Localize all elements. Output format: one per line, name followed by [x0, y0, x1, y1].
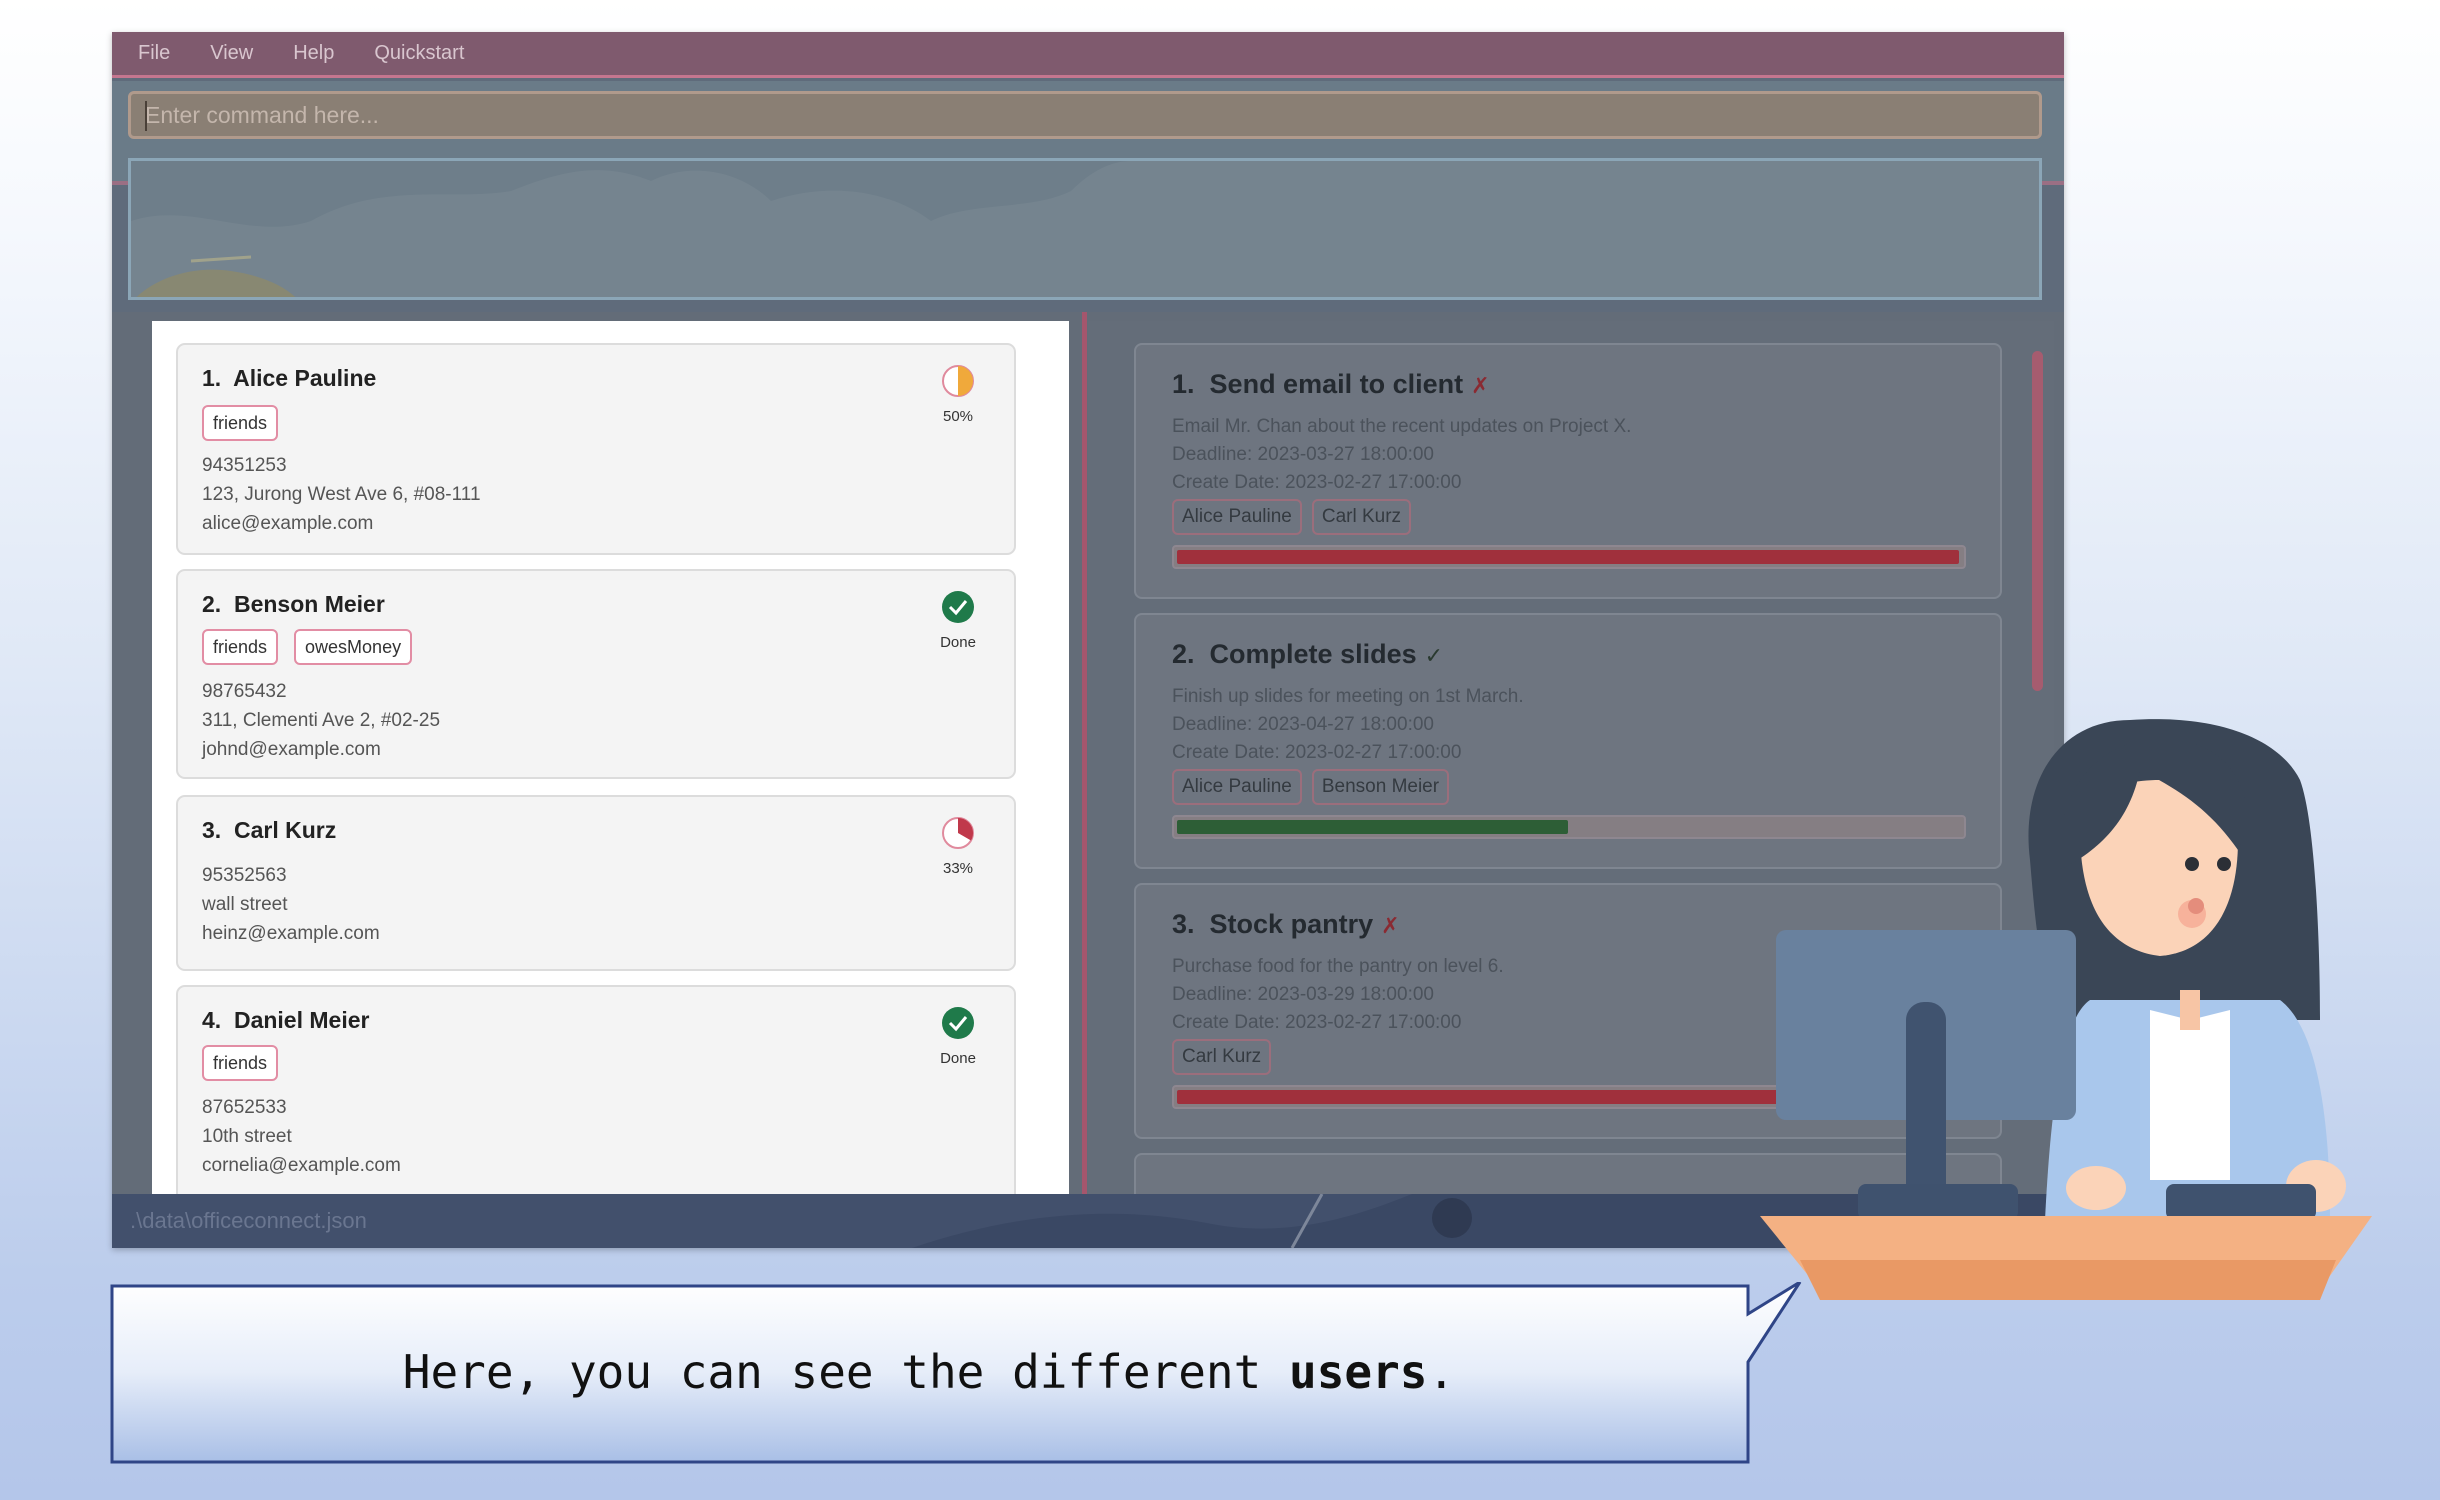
- progress-label: Done: [940, 1050, 976, 1067]
- tag: friends: [202, 405, 279, 441]
- assignee-tag: Carl Kurz: [1172, 1039, 1272, 1075]
- menu-view[interactable]: View: [210, 42, 253, 65]
- storage-path: .\data\officeconnect.json: [130, 1208, 367, 1233]
- task-title: 1. Send email to client ✗: [1172, 369, 1490, 399]
- half-pie-icon: [942, 365, 974, 397]
- person-phone: 95352563: [202, 865, 287, 886]
- person-phone: 94351253: [202, 455, 287, 476]
- person-name: 2. Benson Meier: [202, 591, 385, 617]
- pie-icon: [942, 817, 974, 849]
- task-description: Finish up slides for meeting on 1st Marc…: [1172, 686, 1524, 707]
- person-name: 3. Carl Kurz: [202, 817, 337, 843]
- progress-status: Done: [926, 589, 990, 651]
- task-progress-bar: [1172, 545, 1966, 569]
- menu-bar: File View Help Quickstart: [112, 32, 2064, 78]
- check-circle-icon: [942, 1007, 974, 1039]
- person-card[interactable]: 4. Daniel Meier friends 87652533 10th st…: [176, 985, 1016, 1224]
- menu-help[interactable]: Help: [293, 42, 334, 65]
- highlighted-word: users: [1289, 1345, 1428, 1399]
- person-card[interactable]: 2. Benson Meier friends owesMoney 987654…: [176, 569, 1016, 779]
- task-progress-fill: [1177, 550, 1959, 564]
- incomplete-icon: ✗: [1471, 373, 1490, 398]
- person-email: cornelia@example.com: [202, 1155, 401, 1176]
- person-address: 10th street: [202, 1126, 292, 1147]
- text-caret: [145, 101, 147, 131]
- complete-icon: ✓: [1424, 643, 1444, 668]
- person-address: 123, Jurong West Ave 6, #08-111: [202, 484, 481, 505]
- tag-list: friends: [202, 1045, 279, 1081]
- person-phone: 87652533: [202, 1097, 287, 1118]
- panel-divider[interactable]: [1082, 312, 1087, 1227]
- assignee-list: Alice Pauline Carl Kurz: [1172, 499, 1412, 535]
- progress-status: Done: [926, 1005, 990, 1067]
- command-placeholder: Enter command here...: [145, 102, 379, 128]
- assignee-list: Carl Kurz: [1172, 1039, 1272, 1075]
- menu-quickstart[interactable]: Quickstart: [374, 42, 464, 65]
- person-details: 98765432 311, Clementi Ave 2, #02-25 joh…: [202, 677, 440, 764]
- person-list-panel[interactable]: 1. Alice Pauline friends 94351253 123, J…: [152, 321, 1069, 1224]
- tag-list: friends: [202, 405, 279, 441]
- task-details: Purchase food for the pantry on level 6.…: [1172, 953, 1504, 1037]
- task-title: 2. Complete slides ✓: [1172, 639, 1444, 669]
- tag: friends: [202, 1045, 279, 1081]
- task-create-date: Create Date: 2023-02-27 17:00:00: [1172, 1012, 1462, 1033]
- task-create-date: Create Date: 2023-02-27 17:00:00: [1172, 472, 1462, 493]
- office-worker-illustration: [1760, 719, 2372, 1300]
- assignee-tag: Alice Pauline: [1172, 499, 1302, 535]
- task-description: Purchase food for the pantry on level 6.: [1172, 956, 1504, 977]
- person-email: alice@example.com: [202, 513, 374, 534]
- task-progress-fill: [1177, 820, 1568, 834]
- tutorial-caption: Here, you can see the different users.: [402, 1345, 1456, 1399]
- result-display-banner: [128, 158, 2042, 300]
- person-email: johnd@example.com: [202, 739, 381, 760]
- assignee-tag: Benson Meier: [1311, 769, 1450, 805]
- person-details: 94351253 123, Jurong West Ave 6, #08-111…: [202, 451, 481, 538]
- person-details: 95352563 wall street heinz@example.com: [202, 861, 380, 948]
- progress-status: 50%: [926, 363, 990, 425]
- person-card[interactable]: 1. Alice Pauline friends 94351253 123, J…: [176, 343, 1016, 555]
- task-deadline: Deadline: 2023-03-29 18:00:00: [1172, 984, 1434, 1005]
- person-name: 4. Daniel Meier: [202, 1007, 370, 1033]
- tag-list: friends owesMoney: [202, 629, 413, 665]
- person-address: wall street: [202, 894, 288, 915]
- task-title: 3. Stock pantry ✗: [1172, 909, 1400, 939]
- progress-status: 33%: [926, 815, 990, 877]
- assignee-tag: Carl Kurz: [1311, 499, 1412, 535]
- person-address: 311, Clementi Ave 2, #02-25: [202, 710, 441, 731]
- tag: friends: [202, 629, 279, 665]
- clouds-illustration: [131, 161, 2039, 297]
- person-email: heinz@example.com: [202, 923, 380, 944]
- progress-label: 33%: [942, 860, 974, 877]
- person-details: 87652533 10th street cornelia@example.co…: [202, 1093, 401, 1180]
- task-details: Email Mr. Chan about the recent updates …: [1172, 413, 1631, 497]
- task-list-scrollbar[interactable]: [2032, 351, 2043, 691]
- assignee-list: Alice Pauline Benson Meier: [1172, 769, 1450, 805]
- command-input[interactable]: Enter command here...: [128, 91, 2042, 139]
- menu-file[interactable]: File: [138, 42, 170, 65]
- assignee-tag: Alice Pauline: [1172, 769, 1302, 805]
- progress-label: 50%: [942, 408, 974, 425]
- person-card[interactable]: 3. Carl Kurz 95352563 wall street heinz@…: [176, 795, 1016, 971]
- incomplete-icon: ✗: [1381, 913, 1400, 938]
- task-description: Email Mr. Chan about the recent updates …: [1172, 416, 1632, 437]
- task-card[interactable]: 1. Send email to client ✗ Email Mr. Chan …: [1134, 343, 2002, 599]
- task-create-date: Create Date: 2023-02-27 17:00:00: [1172, 742, 1462, 763]
- person-name: 1. Alice Pauline: [202, 365, 377, 391]
- task-deadline: Deadline: 2023-04-27 18:00:00: [1172, 714, 1434, 735]
- tag: owesMoney: [294, 629, 413, 665]
- progress-label: Done: [940, 634, 976, 651]
- task-deadline: Deadline: 2023-03-27 18:00:00: [1172, 444, 1434, 465]
- task-details: Finish up slides for meeting on 1st Marc…: [1172, 683, 1524, 767]
- person-phone: 98765432: [202, 681, 287, 702]
- check-circle-icon: [942, 591, 974, 623]
